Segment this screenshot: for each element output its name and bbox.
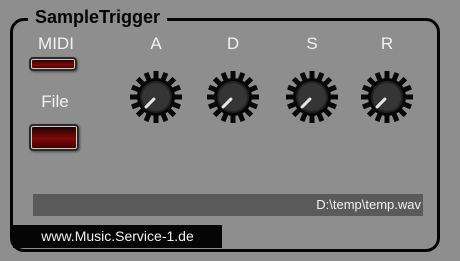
plugin-title: SampleTrigger xyxy=(28,6,168,28)
attack-label: A xyxy=(150,34,162,53)
file-path-text: D:\temp\temp.wav xyxy=(316,197,421,212)
decay-knob[interactable] xyxy=(203,67,263,127)
file-path-display: D:\temp\temp.wav xyxy=(33,194,423,216)
midi-indicator-led xyxy=(29,57,77,71)
release-knob[interactable] xyxy=(357,67,417,127)
release-label: R xyxy=(380,34,394,53)
sustain-label: S xyxy=(306,34,318,53)
decay-label: D xyxy=(226,34,240,53)
midi-label: MIDI xyxy=(38,34,74,53)
sustain-knob[interactable] xyxy=(282,67,342,127)
vendor-url: www.Music.Service-1.de xyxy=(13,225,222,248)
attack-knob[interactable] xyxy=(126,67,186,127)
file-load-button[interactable] xyxy=(29,124,79,151)
file-label: File xyxy=(41,92,69,111)
